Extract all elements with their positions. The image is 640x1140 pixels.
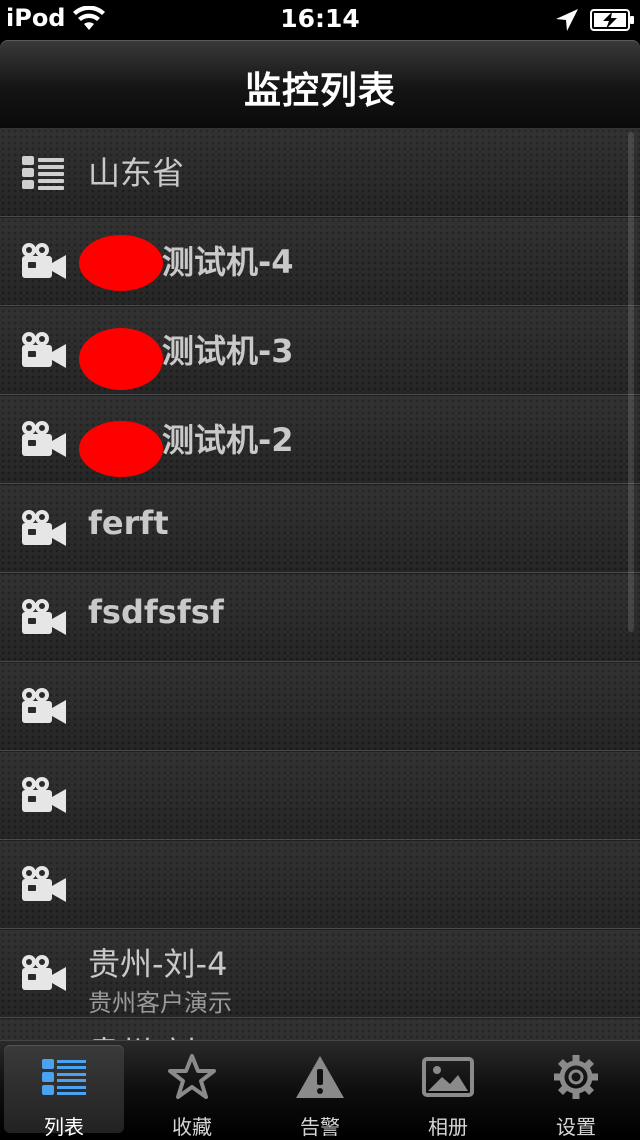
scrollbar[interactable] [628, 132, 634, 632]
tab-album[interactable]: 相册 [388, 1045, 508, 1139]
status-bar: iPod 16:14 [0, 0, 640, 40]
list-item-camera[interactable]: ferft [0, 484, 640, 573]
tab-bar: 列表 收藏 告警 相册 设置 [0, 1040, 640, 1139]
list-item-camera[interactable] [0, 751, 640, 840]
list-item-label: ferft [88, 504, 169, 542]
status-time: 16:14 [280, 4, 360, 33]
list-item-camera[interactable]: fsdfsfsf [0, 573, 640, 662]
list-item-camera[interactable]: 测试机-2 [0, 395, 640, 484]
tab-alarms[interactable]: 告警 [260, 1045, 380, 1139]
video-camera-icon [20, 241, 68, 281]
redaction-mark [79, 421, 163, 477]
tab-favorites[interactable]: 收藏 [132, 1045, 252, 1139]
navigation-bar: 监控列表 [0, 40, 640, 128]
list-item-label: 山东省 [88, 154, 185, 192]
video-camera-icon [20, 508, 68, 548]
list-item-label: 测试机-4 [162, 243, 294, 281]
tab-settings[interactable]: 设置 [516, 1045, 636, 1139]
video-camera-icon [20, 686, 68, 726]
list-item-camera[interactable]: 贵州-刘-4 贵州客户演示 [0, 929, 640, 1018]
list-icon [22, 156, 64, 190]
list-item-province[interactable]: 山东省 [0, 128, 640, 217]
list-item-camera[interactable]: 贵州-刘-3 [0, 1018, 640, 1040]
video-camera-icon [20, 864, 68, 904]
redaction-mark [79, 328, 163, 390]
list-item-camera[interactable]: 测试机-4 [0, 217, 640, 306]
video-camera-icon [20, 597, 68, 637]
warning-icon [296, 1056, 344, 1098]
star-icon [168, 1054, 216, 1099]
gear-icon [554, 1055, 598, 1099]
monitor-list[interactable]: 山东省 测试机-4 测试机-3 测试机-2 ferft fsdfsfsf 贵州-… [0, 128, 640, 1040]
list-item-subtitle: 贵州客户演示 [88, 989, 232, 1017]
location-arrow-icon [556, 9, 578, 31]
list-item-camera[interactable]: 测试机-3 [0, 306, 640, 395]
list-icon [42, 1059, 86, 1095]
list-item-label: 测试机-3 [162, 332, 294, 370]
list-item-label: 测试机-2 [162, 421, 294, 459]
video-camera-icon [20, 330, 68, 370]
video-camera-icon [20, 953, 68, 993]
list-item-camera[interactable] [0, 840, 640, 929]
list-item-label: fsdfsfsf [88, 593, 224, 631]
page-title: 监控列表 [244, 69, 396, 112]
redaction-mark [79, 235, 163, 291]
list-item-label: 贵州-刘-4 [88, 945, 228, 983]
video-camera-icon [20, 775, 68, 815]
photo-album-icon [422, 1057, 474, 1097]
list-item-camera[interactable] [0, 662, 640, 751]
battery-charging-icon [590, 9, 634, 31]
video-camera-icon [20, 419, 68, 459]
tab-list[interactable]: 列表 [4, 1045, 124, 1139]
list-item-label: 贵州-刘-3 [88, 1028, 227, 1040]
